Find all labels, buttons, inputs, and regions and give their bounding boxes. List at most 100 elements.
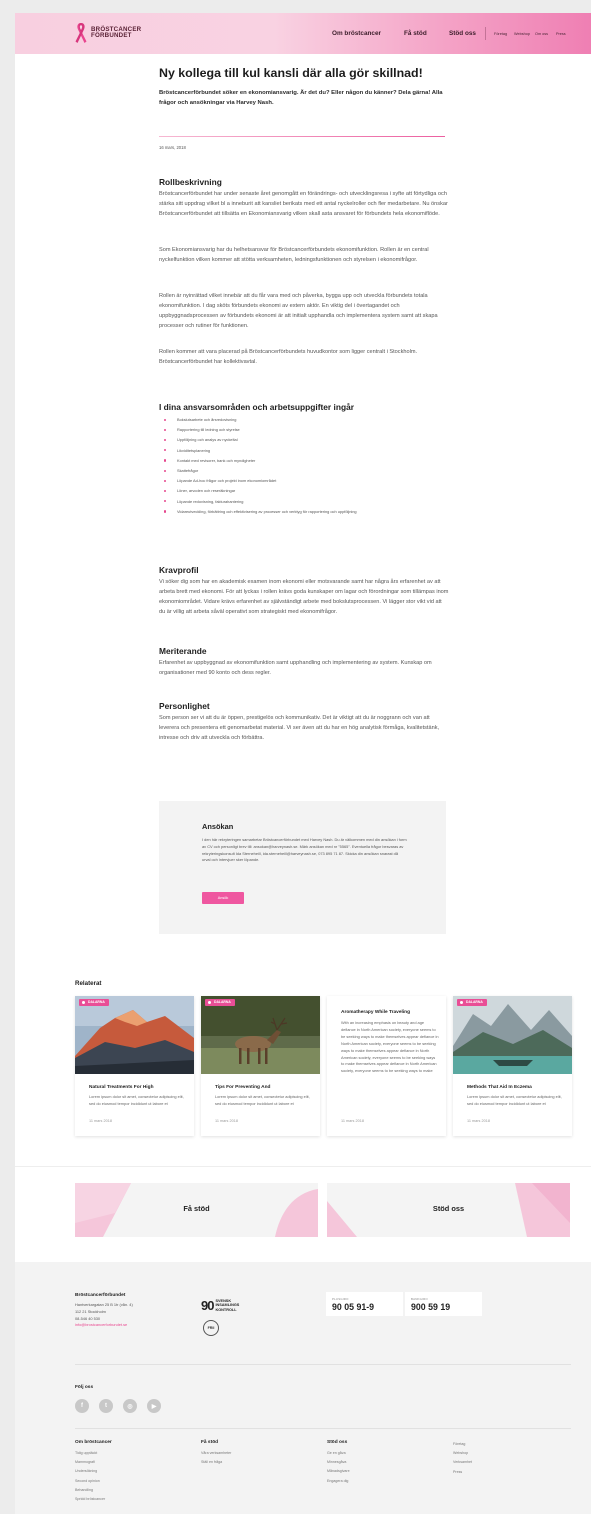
footer-divider	[75, 1428, 571, 1429]
subnav-om-oss[interactable]: Om oss	[535, 32, 548, 36]
card-image-mountain: DALARNA	[75, 996, 194, 1074]
footer-column-heading: Få stöd	[201, 1440, 219, 1445]
heading-rollbeskrivning: Rollbeskrivning	[159, 177, 222, 187]
related-card[interactable]: Aromatherapy While Traveling With an inc…	[327, 996, 446, 1136]
footer-link[interactable]: Minnesgåva	[327, 1458, 350, 1467]
bankgiro-number: 900 59 19	[411, 1302, 451, 1312]
nav-divider	[485, 27, 486, 40]
bankgiro-label: BANKGIRO	[411, 1297, 428, 1301]
footer-link[interactable]: Mammografi	[75, 1458, 112, 1467]
card-image-elk: DALARNA	[201, 996, 320, 1074]
card-title: Natural Treatments For High	[89, 1085, 154, 1090]
related-card[interactable]: DALARNA Methods That Aid In Eczema Lorem…	[453, 996, 572, 1136]
subnav-press[interactable]: Press	[556, 32, 566, 36]
location-tag: DALARNA	[205, 999, 235, 1006]
footer-divider	[75, 1364, 571, 1365]
banner-stod-oss[interactable]: Stöd oss	[327, 1183, 570, 1237]
nav-fa-stod[interactable]: Få stöd	[404, 30, 427, 37]
phone-number: 08-546 40 530	[75, 1315, 101, 1321]
card-date: 11 mars 2018	[467, 1119, 490, 1123]
nk-number: 90	[201, 1298, 215, 1313]
banner-fa-stod[interactable]: Få stöd	[75, 1183, 318, 1237]
paragraph-meriterande: Erfarenhet av uppbyggnad av ekonomifunkt…	[159, 660, 432, 676]
instagram-icon[interactable]: ◎	[123, 1399, 137, 1413]
banner-title: Få stöd	[183, 1204, 210, 1213]
logo-line-2: FÖRBUNDET	[91, 32, 132, 39]
footer-link[interactable]: Månadsgivare	[327, 1467, 350, 1476]
card-title: Tips For Preventing And	[215, 1085, 271, 1090]
footer-column-heading: Stöd oss	[327, 1440, 348, 1445]
duties-list: Bokslutsarbete och årsredovisning Rappor…	[163, 417, 373, 519]
card-text: Lorem ipsum dolor sit amet, consectetur …	[467, 1094, 562, 1106]
svensk-insamlingskontroll-logo[interactable]: 90 SVENSK INSAMLINGS KONTROLL	[201, 1298, 239, 1313]
footer-link[interactable]: Tidig upptäckt	[75, 1449, 112, 1458]
footer-link[interactable]: Våra verksamheter	[201, 1449, 231, 1458]
heading-meriterande: Meriterande	[159, 646, 207, 656]
subnav-foretag[interactable]: Företag	[494, 32, 507, 36]
nk-text: SVENSK INSAMLINGS KONTROLL	[215, 1299, 239, 1312]
list-item: Vidareutveckling, förbättring och effekt…	[163, 509, 373, 515]
card-text: Lorem ipsum dolor sit amet, consectetur …	[89, 1094, 184, 1106]
paragraph-kravprofil: Vi söker dig som har en akademisk examen…	[159, 579, 449, 615]
location-tag: DALARNA	[79, 999, 109, 1006]
apply-button[interactable]: Ansök	[202, 892, 244, 904]
subnav-webshop[interactable]: Webshop	[514, 32, 530, 36]
list-item: Uppföljning och analys av nyckeltal	[163, 437, 373, 443]
facebook-icon[interactable]: f	[75, 1399, 89, 1413]
heading-personlighet: Personlighet	[159, 701, 210, 711]
logo[interactable]: BRÖSTCANCER FÖRBUNDET	[75, 22, 141, 44]
title-divider	[159, 136, 445, 137]
ribbon-icon	[75, 23, 87, 43]
paragraph-roll-3: Rollen är nyinrättad vilket innebär att …	[159, 293, 438, 329]
twitter-icon[interactable]: t	[99, 1399, 113, 1413]
footer-link[interactable]: Verksamhet	[453, 1458, 472, 1467]
nk-text-line: KONTROLL	[215, 1307, 237, 1312]
list-item: Löpande Ad-hoc frågor och projekt inom e…	[163, 478, 373, 484]
address-line: 112 21 Stockholm	[75, 1308, 106, 1314]
card-date: 11 mars 2018	[89, 1119, 112, 1123]
list-item: Löpande redovisning, fakturahantering	[163, 499, 373, 505]
nav-om-brostcancer[interactable]: Om bröstcancer	[332, 30, 381, 37]
footer-column-om-brostcancer: Om bröstcancer Tidig upptäckt Mammografi…	[75, 1440, 112, 1504]
site-footer: Bröstcancerförbundet Hantverkargatan 25 …	[15, 1262, 591, 1514]
list-item: Likviditetsplanering	[163, 448, 373, 454]
paragraph-roll-1: Bröstcancerförbundet har under senaste å…	[159, 191, 448, 217]
footer-link[interactable]: Press	[453, 1468, 472, 1477]
paragraph-roll-4: Rollen kommer att vara placerad på Bröst…	[159, 349, 418, 365]
card-text: With an increasing emphasis on beauty an…	[341, 1020, 439, 1074]
card-text: Lorem ipsum dolor sit amet, consectetur …	[215, 1094, 310, 1106]
footer-column-more: Företag Webshop Verksamhet Press	[453, 1440, 472, 1477]
heading-kravprofil: Kravprofil	[159, 565, 199, 575]
footer-link[interactable]: Undersökning	[75, 1467, 112, 1476]
footer-link[interactable]: Engagera dig	[327, 1477, 350, 1486]
footer-column-fa-stod: Få stöd Våra verksamheter Ställ en fråga	[201, 1440, 231, 1467]
youtube-icon[interactable]: ▶	[147, 1399, 161, 1413]
footer-link[interactable]: Ställ en fråga	[201, 1458, 231, 1467]
related-card[interactable]: DALARNA Tips For Preventing And Lorem ip…	[201, 996, 320, 1136]
footer-link[interactable]: Företag	[453, 1440, 472, 1449]
frii-logo[interactable]: FRII	[203, 1320, 219, 1336]
section-divider	[15, 1166, 591, 1167]
paragraph-roll-2: Som Ekonomiansvarig har du helhetsansvar…	[159, 247, 429, 263]
paragraph-personlighet: Som person ser vi att du är öppen, prest…	[159, 715, 440, 741]
footer-link[interactable]: Spridd bröstcancer	[75, 1495, 112, 1504]
nav-stod-oss[interactable]: Stöd oss	[449, 30, 476, 37]
heading-ansvarsomraden: I dina ansvarsområden och arbetsuppgifte…	[159, 402, 354, 412]
plusgiro-number: 90 05 91-9	[332, 1302, 375, 1312]
plusgiro-label: PLUSGIRO	[332, 1297, 349, 1301]
related-card[interactable]: DALARNA Natural Treatments For High Lore…	[75, 996, 194, 1136]
footer-link[interactable]: Ge en gåva	[327, 1449, 350, 1458]
list-item: Rapportering till ledning och styrelse	[163, 427, 373, 433]
footer-link[interactable]: Webshop	[453, 1449, 472, 1458]
footer-column-stod-oss: Stöd oss Ge en gåva Minnesgåva Månadsgiv…	[327, 1440, 350, 1486]
location-tag: DALARNA	[457, 999, 487, 1006]
footer-link[interactable]: Behandling	[75, 1486, 112, 1495]
card-title: Methods That Aid In Eczema	[467, 1085, 532, 1090]
footer-email-link[interactable]: info@brostcancerforbundet.se	[75, 1322, 185, 1329]
page-title: Ny kollega till kul kansli där alla gör …	[159, 66, 423, 80]
apply-text: I den här rekryteringen samarbetar Bröst…	[202, 837, 407, 863]
footer-link[interactable]: Second opinion	[75, 1477, 112, 1486]
related-heading: Relaterat	[75, 980, 102, 987]
list-item: Skattefrågor	[163, 468, 373, 474]
card-image-lake: DALARNA	[453, 996, 572, 1074]
